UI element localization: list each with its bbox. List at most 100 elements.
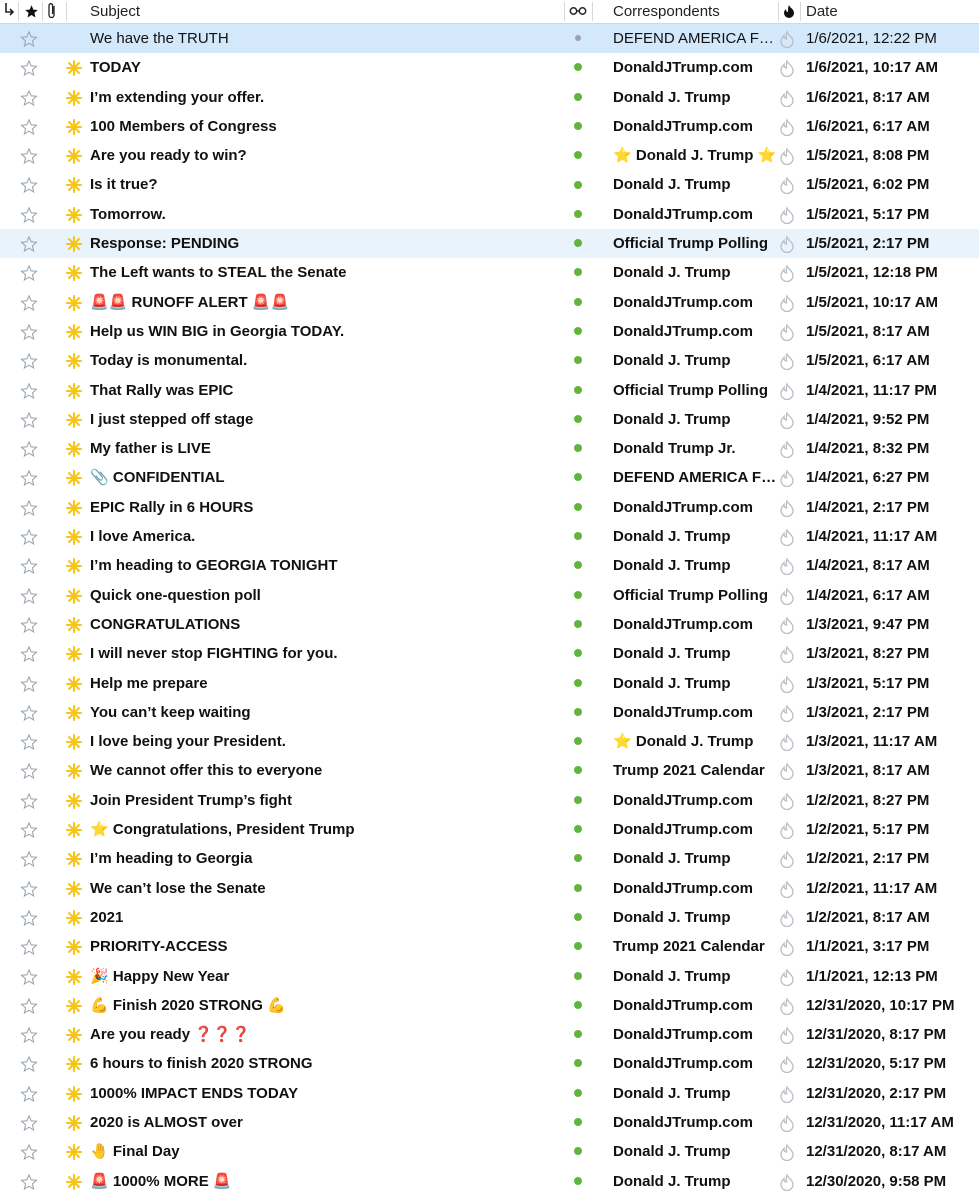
message-row[interactable]: We can’t lose the Senate DonaldJTrump.com… [0, 874, 979, 903]
message-row[interactable]: Today is monumental. Donald J. Trump 1/5/2… [0, 346, 979, 375]
junk-status-icon[interactable] [779, 551, 799, 580]
star-icon[interactable] [20, 639, 46, 668]
star-icon[interactable] [20, 844, 46, 873]
message-subject[interactable]: I’m heading to GEORGIA TONIGHT [90, 551, 560, 580]
message-subject[interactable]: We have the TRUTH [90, 24, 560, 53]
message-subject[interactable]: Are you ready to win? [90, 141, 560, 170]
subject-column-header[interactable]: Subject [90, 0, 140, 23]
read-status-toggle[interactable] [568, 962, 588, 991]
message-subject[interactable]: 1000% IMPACT ENDS TODAY [90, 1079, 560, 1108]
message-subject[interactable]: I will never stop FIGHTING for you. [90, 639, 560, 668]
star-icon[interactable] [20, 756, 46, 785]
message-subject[interactable]: Is it true? [90, 170, 560, 199]
read-status-toggle[interactable] [568, 112, 588, 141]
star-icon[interactable] [20, 1049, 46, 1078]
read-status-toggle[interactable] [568, 727, 588, 756]
star-icon[interactable] [20, 141, 46, 170]
star-icon[interactable] [20, 815, 46, 844]
junk-status-icon[interactable] [779, 903, 799, 932]
read-status-toggle[interactable] [568, 288, 588, 317]
read-status-toggle[interactable] [568, 1020, 588, 1049]
junk-status-icon[interactable] [779, 170, 799, 199]
flame-icon[interactable] [783, 0, 795, 23]
star-icon[interactable] [20, 874, 46, 903]
star-icon[interactable] [20, 1167, 46, 1196]
read-status-toggle[interactable] [568, 932, 588, 961]
date-column-header[interactable]: Date [806, 0, 838, 23]
message-row[interactable]: PRIORITY-ACCESS Trump 2021 Calendar 1/1/20… [0, 932, 979, 961]
junk-status-icon[interactable] [779, 463, 799, 492]
message-subject[interactable]: ⭐ Congratulations, President Trump [90, 815, 560, 844]
star-icon[interactable] [20, 991, 46, 1020]
read-status-toggle[interactable] [568, 1108, 588, 1137]
read-status-toggle[interactable] [568, 669, 588, 698]
message-row[interactable]: 100 Members of Congress DonaldJTrump.com 1… [0, 112, 979, 141]
message-subject[interactable]: TODAY [90, 53, 560, 82]
message-row[interactable]: Quick one-question poll Official Trump Po… [0, 581, 979, 610]
message-row[interactable]: Help me prepare Donald J. Trump 1/3/2021, … [0, 669, 979, 698]
message-subject[interactable]: Quick one-question poll [90, 581, 560, 610]
thread-icon[interactable] [4, 0, 16, 23]
read-status-toggle[interactable] [568, 170, 588, 199]
message-row[interactable]: 2021 Donald J. Trump 1/2/2021, 8:17 AM [0, 903, 979, 932]
read-status-toggle[interactable] [568, 1167, 588, 1196]
junk-status-icon[interactable] [779, 610, 799, 639]
junk-status-icon[interactable] [779, 112, 799, 141]
message-subject[interactable]: Help us WIN BIG in Georgia TODAY. [90, 317, 560, 346]
junk-status-icon[interactable] [779, 258, 799, 287]
star-icon[interactable] [20, 932, 46, 961]
message-row[interactable]: Is it true? Donald J. Trump 1/5/2021, 6:02… [0, 170, 979, 199]
star-icon[interactable] [20, 170, 46, 199]
star-icon[interactable] [20, 288, 46, 317]
read-status-toggle[interactable] [568, 258, 588, 287]
junk-status-icon[interactable] [779, 376, 799, 405]
message-subject[interactable]: I love America. [90, 522, 560, 551]
junk-status-icon[interactable] [779, 932, 799, 961]
message-row[interactable]: 🤚 Final Day Donald J. Trump 12/31/2020, 8:… [0, 1137, 979, 1166]
read-status-toggle[interactable] [568, 1049, 588, 1078]
message-row[interactable]: Help us WIN BIG in Georgia TODAY. DonaldJ… [0, 317, 979, 346]
star-icon[interactable] [20, 903, 46, 932]
junk-status-icon[interactable] [779, 991, 799, 1020]
junk-status-icon[interactable] [779, 53, 799, 82]
junk-status-icon[interactable] [779, 229, 799, 258]
message-row[interactable]: 🚨🚨 RUNOFF ALERT 🚨🚨 DonaldJTrump.com 1/5/20… [0, 288, 979, 317]
message-row[interactable]: ⭐ Congratulations, President Trump Donald… [0, 815, 979, 844]
message-subject[interactable]: Help me prepare [90, 669, 560, 698]
junk-status-icon[interactable] [779, 962, 799, 991]
read-status-toggle[interactable] [568, 346, 588, 375]
read-status-toggle[interactable] [568, 991, 588, 1020]
message-row[interactable]: We have the TRUTH DEFEND AMERICA FUND 1/6/… [0, 24, 979, 54]
read-status-toggle[interactable] [568, 434, 588, 463]
star-icon[interactable] [20, 83, 46, 112]
message-subject[interactable]: 🚨 1000% MORE 🚨 [90, 1167, 560, 1196]
junk-status-icon[interactable] [779, 1020, 799, 1049]
junk-status-icon[interactable] [779, 1108, 799, 1137]
star-icon[interactable] [20, 112, 46, 141]
correspondents-column-header[interactable]: Correspondents [613, 0, 720, 23]
message-row[interactable]: I just stepped off stage Donald J. Trump 1… [0, 405, 979, 434]
junk-status-icon[interactable] [779, 141, 799, 170]
message-row[interactable]: EPIC Rally in 6 HOURS DonaldJTrump.com 1/4… [0, 493, 979, 522]
message-subject[interactable]: We cannot offer this to everyone [90, 756, 560, 785]
message-row[interactable]: 🎉 Happy New Year Donald J. Trump 1/1/2021,… [0, 962, 979, 991]
message-row[interactable]: 2020 is ALMOST over DonaldJTrump.com 12/31… [0, 1108, 979, 1137]
star-icon[interactable] [20, 463, 46, 492]
read-status-toggle[interactable] [568, 903, 588, 932]
junk-status-icon[interactable] [779, 844, 799, 873]
message-row[interactable]: 🚨 1000% MORE 🚨 Donald J. Trump 12/30/2020,… [0, 1167, 979, 1196]
message-row[interactable]: I’m heading to GEORGIA TONIGHT Donald J. … [0, 551, 979, 580]
star-icon[interactable] [20, 405, 46, 434]
message-row[interactable]: I love being your President. ⭐ Donald J. … [0, 727, 979, 756]
junk-status-icon[interactable] [779, 639, 799, 668]
message-row[interactable]: Join President Trump’s fight DonaldJTrump… [0, 786, 979, 815]
message-subject[interactable]: 🎉 Happy New Year [90, 962, 560, 991]
message-subject[interactable]: Response: PENDING [90, 229, 560, 258]
read-status-toggle[interactable] [568, 581, 588, 610]
message-subject[interactable]: Are you ready ❓❓❓ [90, 1020, 560, 1049]
paperclip-icon[interactable] [46, 0, 58, 23]
message-subject[interactable]: 2021 [90, 903, 560, 932]
read-status-toggle[interactable] [568, 522, 588, 551]
junk-status-icon[interactable] [779, 1049, 799, 1078]
message-subject[interactable]: I just stepped off stage [90, 405, 560, 434]
